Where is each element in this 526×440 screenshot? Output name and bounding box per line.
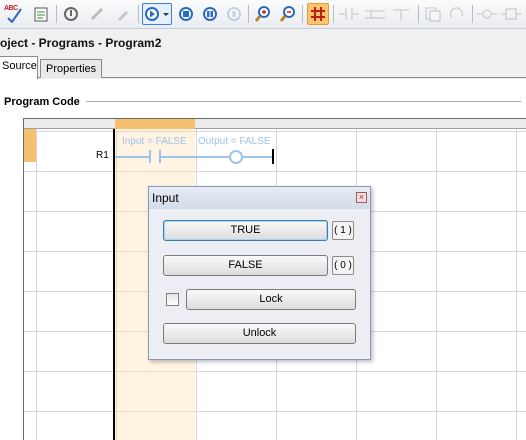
run-button[interactable] (142, 3, 172, 25)
tab-strip: Source Properties (0, 56, 526, 79)
unlock-button[interactable]: Unlock (163, 323, 356, 344)
true-shortcut: ( 1 ) (332, 221, 354, 240)
watch-icon[interactable] (30, 3, 52, 25)
dialog-title: Input (152, 191, 179, 205)
tab-source[interactable]: Source (0, 56, 38, 79)
zoom-in-icon[interactable] (252, 3, 274, 25)
input-variable-label[interactable]: Input = FALSE (122, 136, 187, 147)
stop-icon[interactable] (175, 3, 197, 25)
toolbar-separator (56, 5, 57, 23)
toolbar-separator (418, 5, 419, 23)
download-icon[interactable] (60, 3, 82, 25)
coil-insert-icon[interactable] (476, 3, 498, 25)
run-icon (145, 7, 169, 21)
rung-wire (243, 156, 273, 158)
false-button[interactable]: FALSE (163, 255, 328, 276)
group-divider (85, 101, 521, 102)
rung-wire (115, 156, 149, 158)
branch-insert-icon[interactable] (364, 3, 386, 25)
selected-column-header[interactable] (115, 119, 195, 129)
close-icon[interactable]: × (356, 192, 367, 203)
rung-end (272, 149, 274, 164)
toolbar-separator (138, 5, 139, 23)
false-shortcut: ( 0 ) (332, 256, 354, 275)
tools-icon[interactable] (112, 3, 134, 25)
online-icon[interactable] (86, 3, 108, 25)
document-title: oject - Programs - Program2 (0, 36, 162, 50)
toolbar-separator (333, 5, 334, 23)
step-icon[interactable] (223, 3, 245, 25)
block-insert-icon[interactable] (500, 3, 522, 25)
rung-insert-icon[interactable] (390, 3, 412, 25)
refresh-icon[interactable] (446, 3, 468, 25)
zoom-out-icon[interactable] (277, 3, 299, 25)
program-code-label: Program Code (4, 96, 86, 108)
left-power-rail (113, 129, 115, 440)
input-dialog: Input × TRUE ( 1 ) FALSE ( 0 ) Lock Unlo… (148, 186, 371, 360)
selected-row-marker[interactable] (24, 129, 36, 162)
rung-label: R1 (96, 150, 109, 161)
toolbar-separator (248, 5, 249, 23)
pause-icon[interactable] (199, 3, 221, 25)
toolbar-separator (472, 5, 473, 23)
output-variable-label[interactable]: Output = FALSE (198, 136, 271, 147)
true-button[interactable]: TRUE (163, 220, 328, 241)
toolbar-separator (302, 5, 303, 23)
contact-insert-icon[interactable] (338, 3, 360, 25)
rung-wire (161, 156, 229, 158)
lock-button[interactable]: Lock (186, 289, 356, 310)
grid-icon[interactable] (307, 3, 329, 25)
input-contact-left (149, 150, 151, 163)
copy-icon[interactable] (422, 3, 444, 25)
dialog-titlebar[interactable]: Input × (149, 187, 370, 209)
toolbar: ABC (0, 0, 526, 29)
lock-checkbox[interactable] (166, 293, 179, 306)
spell-check-icon[interactable]: ABC (3, 3, 25, 25)
output-coil[interactable] (229, 150, 243, 164)
tab-properties[interactable]: Properties (40, 59, 102, 78)
column-header (24, 119, 526, 129)
